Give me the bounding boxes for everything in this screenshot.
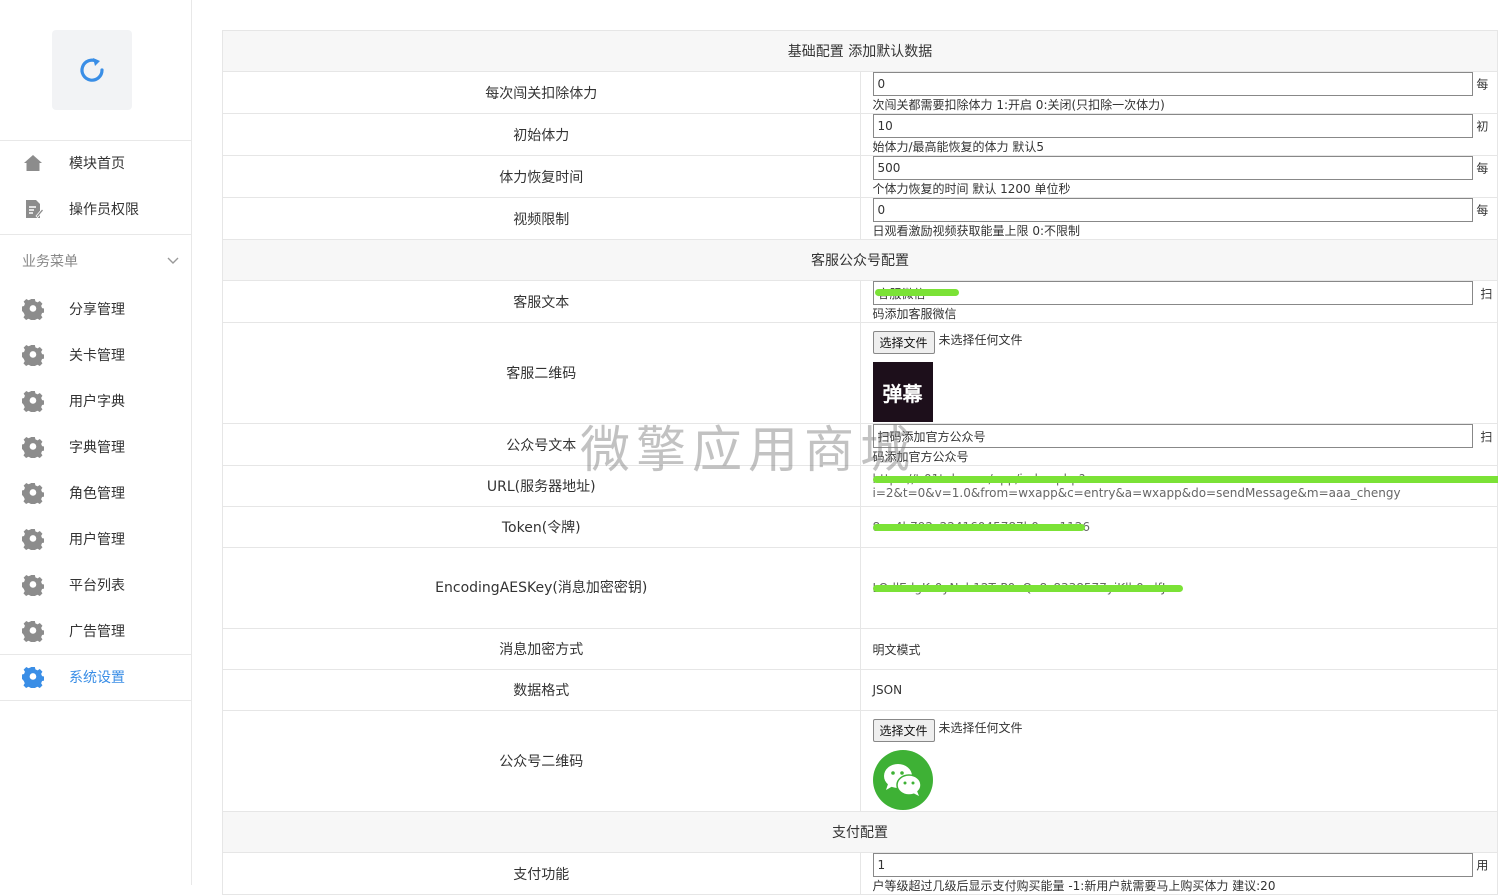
sidebar-item-label: 关卡管理: [69, 345, 125, 365]
gear-icon: [22, 528, 44, 550]
stamina-deduct-input[interactable]: [873, 72, 1473, 96]
table-row: 客服文本 扫码添加客服微信: [223, 281, 1498, 323]
business-menu-toggle[interactable]: 业务菜单: [0, 246, 191, 276]
video-limit-input[interactable]: [873, 198, 1473, 222]
field-label: 数据格式: [223, 670, 861, 711]
service-text-input[interactable]: [873, 281, 1473, 305]
redaction-mark: [873, 476, 1498, 483]
stamina-recover-time-input[interactable]: [873, 156, 1473, 180]
section-header-basic: 基础配置 添加默认数据: [223, 31, 1498, 72]
aes-key-value: LOdlEdgKr0yNvb12TcP0eQe8z8338577yiKlh0zd…: [873, 581, 1166, 595]
edit-document-icon: [22, 198, 44, 220]
sidebar-item-settings[interactable]: 系统设置: [0, 654, 191, 700]
divider: [0, 234, 191, 235]
section-title: 业务菜单: [22, 251, 78, 271]
field-label: 每次闯关扣除体力: [223, 72, 861, 114]
refresh-logo[interactable]: [52, 30, 132, 110]
field-label: 支付功能: [223, 853, 861, 895]
sidebar-item-label: 用户字典: [69, 391, 125, 411]
sidebar-item-label: 系统设置: [69, 667, 125, 687]
table-row: 客服二维码 选择文件未选择任何文件 弹幕: [223, 323, 1498, 424]
wechat-logo-icon: [873, 750, 933, 810]
field-label: Token(令牌): [223, 507, 861, 548]
data-format-value: JSON: [873, 683, 903, 697]
table-row: 初始体力 初始体力/最高能恢复的体力 默认5: [223, 114, 1498, 156]
table-row: 视频限制 每日观看激励视频获取能量上限 0:不限制: [223, 198, 1498, 240]
field-label: EncodingAESKey(消息加密密钥): [223, 548, 861, 629]
table-row: 支付功能 用户等级超过几级后显示支付购买能量 -1:新用户就需要马上购买体力 建…: [223, 853, 1498, 895]
sidebar-item-operator[interactable]: 操作员权限: [0, 186, 191, 232]
gear-icon: [22, 344, 44, 366]
sidebar-item-user[interactable]: 用户管理: [0, 516, 191, 562]
settings-table: 基础配置 添加默认数据 每次闯关扣除体力 每次闯关都需要扣除体力 1:开启 0:…: [222, 30, 1498, 895]
sidebar-item-label: 操作员权限: [69, 199, 139, 219]
choose-file-button[interactable]: 选择文件: [873, 719, 935, 742]
table-row: 消息加密方式 明文模式: [223, 629, 1498, 670]
sidebar: 模块首页 操作员权限 业务菜单 分享管理 关卡管理 用户字典: [0, 0, 192, 885]
no-file-text: 未选择任何文件: [939, 333, 1023, 347]
settings-panel: 基础配置 添加默认数据 每次闯关扣除体力 每次闯关都需要扣除体力 1:开启 0:…: [222, 30, 1498, 895]
no-file-text: 未选择任何文件: [939, 721, 1023, 735]
table-row: URL(服务器地址) https://t.01tub.com/app/index…: [223, 466, 1498, 507]
sidebar-item-user-dict[interactable]: 用户字典: [0, 378, 191, 424]
sidebar-item-level[interactable]: 关卡管理: [0, 332, 191, 378]
gear-icon: [22, 482, 44, 504]
redaction-mark: [873, 524, 1085, 531]
field-label: 初始体力: [223, 114, 861, 156]
field-label: 体力恢复时间: [223, 156, 861, 198]
table-row: 公众号二维码 选择文件未选择任何文件: [223, 711, 1498, 812]
table-row: 公众号文本 扫码添加官方公众号: [223, 424, 1498, 466]
sidebar-item-label: 用户管理: [69, 529, 125, 549]
sidebar-item-platform[interactable]: 平台列表: [0, 562, 191, 608]
field-label: 公众号二维码: [223, 711, 861, 812]
gear-icon: [22, 390, 44, 412]
field-label: 客服文本: [223, 281, 861, 323]
sidebar-item-label: 字典管理: [69, 437, 125, 457]
encryption-mode-value: 明文模式: [873, 643, 921, 657]
official-account-text-input[interactable]: [873, 424, 1473, 448]
table-row: Token(令牌) 8ea4b792c22416045787b0ecc1126: [223, 507, 1498, 548]
sidebar-item-label: 平台列表: [69, 575, 125, 595]
field-label: 消息加密方式: [223, 629, 861, 670]
token-value: 8ea4b792c22416045787b0ecc1126: [873, 520, 1090, 534]
sidebar-item-label: 分享管理: [69, 299, 125, 319]
table-row: EncodingAESKey(消息加密密钥) LOdlEdgKr0yNvb12T…: [223, 548, 1498, 629]
sidebar-item-role[interactable]: 角色管理: [0, 470, 191, 516]
sidebar-item-home[interactable]: 模块首页: [0, 140, 191, 186]
table-row: 每次闯关扣除体力 每次闯关都需要扣除体力 1:开启 0:关闭(只扣除一次体力): [223, 72, 1498, 114]
chevron-down-icon: [166, 254, 180, 268]
field-label: 视频限制: [223, 198, 861, 240]
table-row: 数据格式 JSON: [223, 670, 1498, 711]
field-label: 公众号文本: [223, 424, 861, 466]
gear-icon: [22, 298, 44, 320]
gear-icon: [22, 574, 44, 596]
initial-stamina-input[interactable]: [873, 114, 1473, 138]
table-row: 体力恢复时间 每个体力恢复的时间 默认 1200 单位秒: [223, 156, 1498, 198]
field-label: 客服二维码: [223, 323, 861, 424]
gear-icon: [22, 436, 44, 458]
sidebar-item-label: 角色管理: [69, 483, 125, 503]
sidebar-item-ads[interactable]: 广告管理: [0, 608, 191, 654]
redaction-mark: [875, 289, 959, 296]
sidebar-item-dict[interactable]: 字典管理: [0, 424, 191, 470]
divider: [0, 700, 191, 701]
service-qr-image: 弹幕: [873, 362, 933, 422]
payment-level-input[interactable]: [873, 853, 1473, 877]
section-header-payment: 支付配置: [223, 812, 1498, 853]
sidebar-item-share[interactable]: 分享管理: [0, 286, 191, 332]
gear-icon: [22, 620, 44, 642]
gear-icon: [22, 666, 44, 688]
sidebar-item-label: 模块首页: [69, 153, 125, 173]
sidebar-item-label: 广告管理: [69, 621, 125, 641]
refresh-icon: [75, 53, 109, 87]
field-label: URL(服务器地址): [223, 466, 861, 507]
server-url-value: https://t.01tub.com/app/index.php?i=2&t=…: [873, 472, 1498, 500]
home-icon: [22, 152, 44, 174]
choose-file-button[interactable]: 选择文件: [873, 331, 935, 354]
redaction-mark: [873, 585, 1183, 592]
section-header-service: 客服公众号配置: [223, 240, 1498, 281]
